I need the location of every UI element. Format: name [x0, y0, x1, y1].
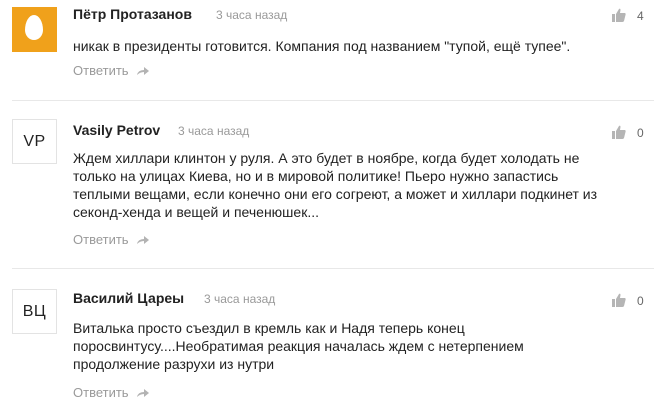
like-count: 0 — [637, 294, 644, 308]
reply-button[interactable]: Ответить — [73, 63, 150, 79]
like-button[interactable] — [612, 8, 626, 27]
like-button[interactable] — [612, 125, 626, 144]
default-egg-avatar-icon — [25, 15, 43, 40]
avatar[interactable]: ВЦ — [12, 289, 57, 334]
thumbs-up-icon — [612, 293, 626, 311]
comment-text: Ждем хиллари клинтон у руля. А это будет… — [73, 150, 598, 220]
reply-button[interactable]: Ответить — [73, 385, 150, 401]
reply-label: Ответить — [73, 232, 129, 247]
comment-author[interactable]: Пётр Протазанов — [73, 6, 192, 22]
avatar[interactable] — [12, 7, 57, 52]
reply-button[interactable]: Ответить — [73, 232, 150, 248]
comment-timestamp: 3 часа назад — [178, 124, 250, 138]
reply-label: Ответить — [73, 385, 129, 400]
reply-label: Ответить — [73, 63, 129, 78]
like-count: 0 — [637, 126, 644, 140]
like-count: 4 — [637, 9, 644, 23]
comment-author[interactable]: Василий Цареы — [73, 290, 184, 306]
comment-author[interactable]: Vasily Petrov — [73, 122, 160, 138]
like-button[interactable] — [612, 293, 626, 312]
comment-divider — [12, 268, 654, 269]
comment-text: Виталька просто съездил в кремль как и Н… — [73, 320, 524, 372]
reply-arrow-icon — [136, 64, 150, 79]
thumbs-up-icon — [612, 8, 626, 26]
reply-arrow-icon — [136, 386, 150, 401]
comment-timestamp: 3 часа назад — [216, 8, 288, 22]
comment-text: никак в президенты готовится. Компания п… — [73, 38, 571, 54]
avatar[interactable]: VP — [12, 119, 57, 164]
comment-divider — [12, 100, 654, 101]
reply-arrow-icon — [136, 233, 150, 248]
comment-timestamp: 3 часа назад — [204, 292, 276, 306]
thumbs-up-icon — [612, 125, 626, 143]
